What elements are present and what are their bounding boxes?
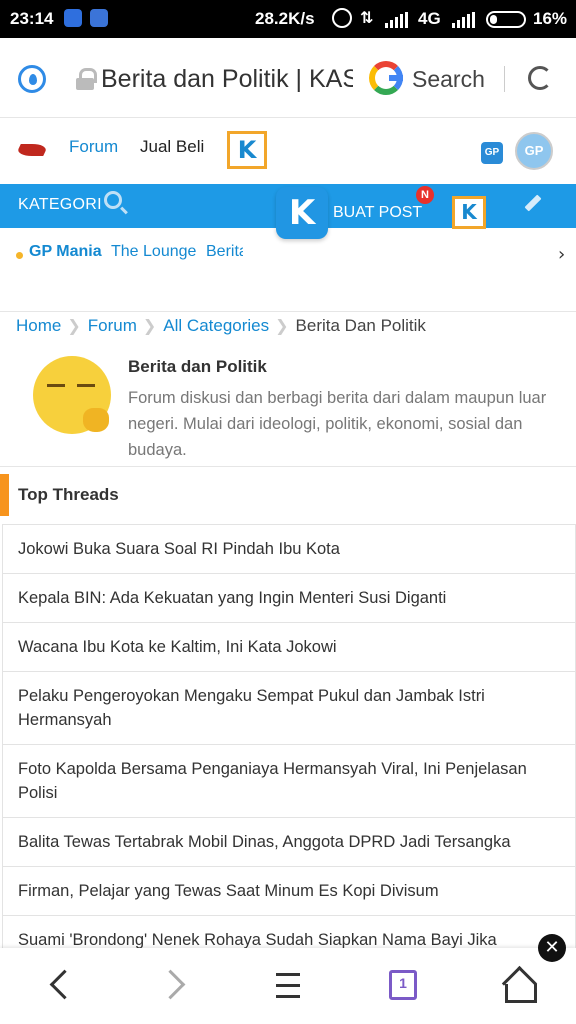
battery-percent: 16% <box>533 9 568 28</box>
breadcrumb-forum[interactable]: Forum <box>88 316 137 336</box>
data-saver-icon[interactable] <box>18 65 46 93</box>
forum-emoji-icon <box>33 356 111 434</box>
close-ad-button[interactable]: ✕ <box>538 934 566 962</box>
signal-icon <box>385 12 408 28</box>
thread-item[interactable]: Balita Tewas Tertabrak Mobil Dinas, Angg… <box>2 818 576 867</box>
breadcrumb-home[interactable]: Home <box>16 316 61 336</box>
status-bar: 23:14 28.2K/s ⇅ 4G 16% <box>0 0 576 38</box>
breadcrumb-current: Berita Dan Politik <box>295 316 426 335</box>
status-time: 23:14 <box>10 9 54 28</box>
battery-icon <box>486 11 526 28</box>
subnav-item-gp-mania[interactable]: GP Mania <box>29 243 102 261</box>
tab-count: 1 <box>399 975 407 991</box>
alarm-icon <box>332 8 352 28</box>
site-header: Forum Jual Beli K GP GP <box>0 118 576 184</box>
active-dot-icon <box>16 252 23 259</box>
chevron-right-icon[interactable]: › <box>558 244 565 265</box>
sub-nav: GP Mania The Lounge Berita › <box>0 228 576 312</box>
messenger-notification-icon <box>64 9 82 27</box>
thread-item[interactable]: Wacana Ibu Kota ke Kaltim, Ini Kata Joko… <box>2 623 576 672</box>
signal-icon-2 <box>452 12 475 28</box>
kategori-button[interactable]: KATEGORI <box>18 196 102 214</box>
subnav-item-berita[interactable]: Berita <box>206 243 243 261</box>
browser-bottom-bar: 1 <box>0 948 576 1024</box>
network-type: 4G <box>418 9 441 28</box>
top-threads-header: Top Threads <box>0 474 576 516</box>
thread-list: Jokowi Buka Suara Soal RI Pindah Ibu Kot… <box>2 524 576 965</box>
gp-mania-icon[interactable]: GP <box>481 142 503 164</box>
forum-description: Forum diskusi dan berbagi berita dari da… <box>128 389 547 459</box>
kaskus-k-icon[interactable]: K <box>227 131 267 169</box>
nav-forum-link[interactable]: Forum <box>69 137 118 157</box>
tabs-icon[interactable]: 1 <box>364 948 440 1024</box>
thread-item[interactable]: Kepala BIN: Ada Kekuatan yang Ingin Ment… <box>2 574 576 623</box>
forum-name: Berita dan Politik <box>128 357 267 376</box>
thread-item[interactable]: Jokowi Buka Suara Soal RI Pindah Ibu Kot… <box>2 525 576 574</box>
divider <box>504 66 505 92</box>
kaskus-app-icon[interactable]: K <box>276 187 328 239</box>
breadcrumb-separator-icon: ❯ <box>67 318 81 335</box>
top-threads-title: Top Threads <box>18 485 119 504</box>
shield-notification-icon <box>90 9 108 27</box>
section-accent <box>0 474 9 516</box>
forward-icon[interactable] <box>136 948 212 1024</box>
breadcrumb-separator-icon: ❯ <box>275 318 289 335</box>
breadcrumb-all-categories[interactable]: All Categories <box>163 316 269 336</box>
new-badge: N <box>416 186 434 204</box>
page-title[interactable]: Berita dan Politik | KASKUS <box>101 65 353 94</box>
subnav-item-the-lounge[interactable]: The Lounge <box>111 243 196 261</box>
google-icon[interactable] <box>369 61 403 95</box>
back-icon[interactable] <box>20 948 96 1024</box>
divider <box>0 466 576 467</box>
reload-icon[interactable] <box>528 66 552 90</box>
search-icon[interactable] <box>104 191 122 209</box>
kaskus-logo-icon[interactable] <box>15 144 49 156</box>
data-transfer-icon: ⇅ <box>360 10 374 27</box>
lock-icon[interactable] <box>76 68 97 90</box>
search-button[interactable]: Search <box>412 66 485 93</box>
user-avatar[interactable]: GP <box>515 132 553 170</box>
network-speed: 28.2K/s <box>255 9 315 28</box>
breadcrumb: Home ❯ Forum ❯ All Categories ❯ Berita D… <box>16 316 426 336</box>
thread-item[interactable]: Firman, Pelajar yang Tewas Saat Minum Es… <box>2 867 576 916</box>
thread-item[interactable]: Foto Kapolda Bersama Penganiaya Hermansy… <box>2 745 576 818</box>
browser-address-bar: Berita dan Politik | KASKUS Search <box>0 38 576 118</box>
buat-post-button[interactable]: BUAT POST <box>333 204 422 222</box>
thread-item[interactable]: Pelaku Pengeroyokan Mengaku Sempat Pukul… <box>2 672 576 745</box>
breadcrumb-separator-icon: ❯ <box>142 318 157 335</box>
menu-icon[interactable] <box>250 948 326 1024</box>
nav-jual-beli-link[interactable]: Jual Beli <box>140 137 204 157</box>
kaskus-k-small-icon[interactable]: K <box>452 196 486 229</box>
